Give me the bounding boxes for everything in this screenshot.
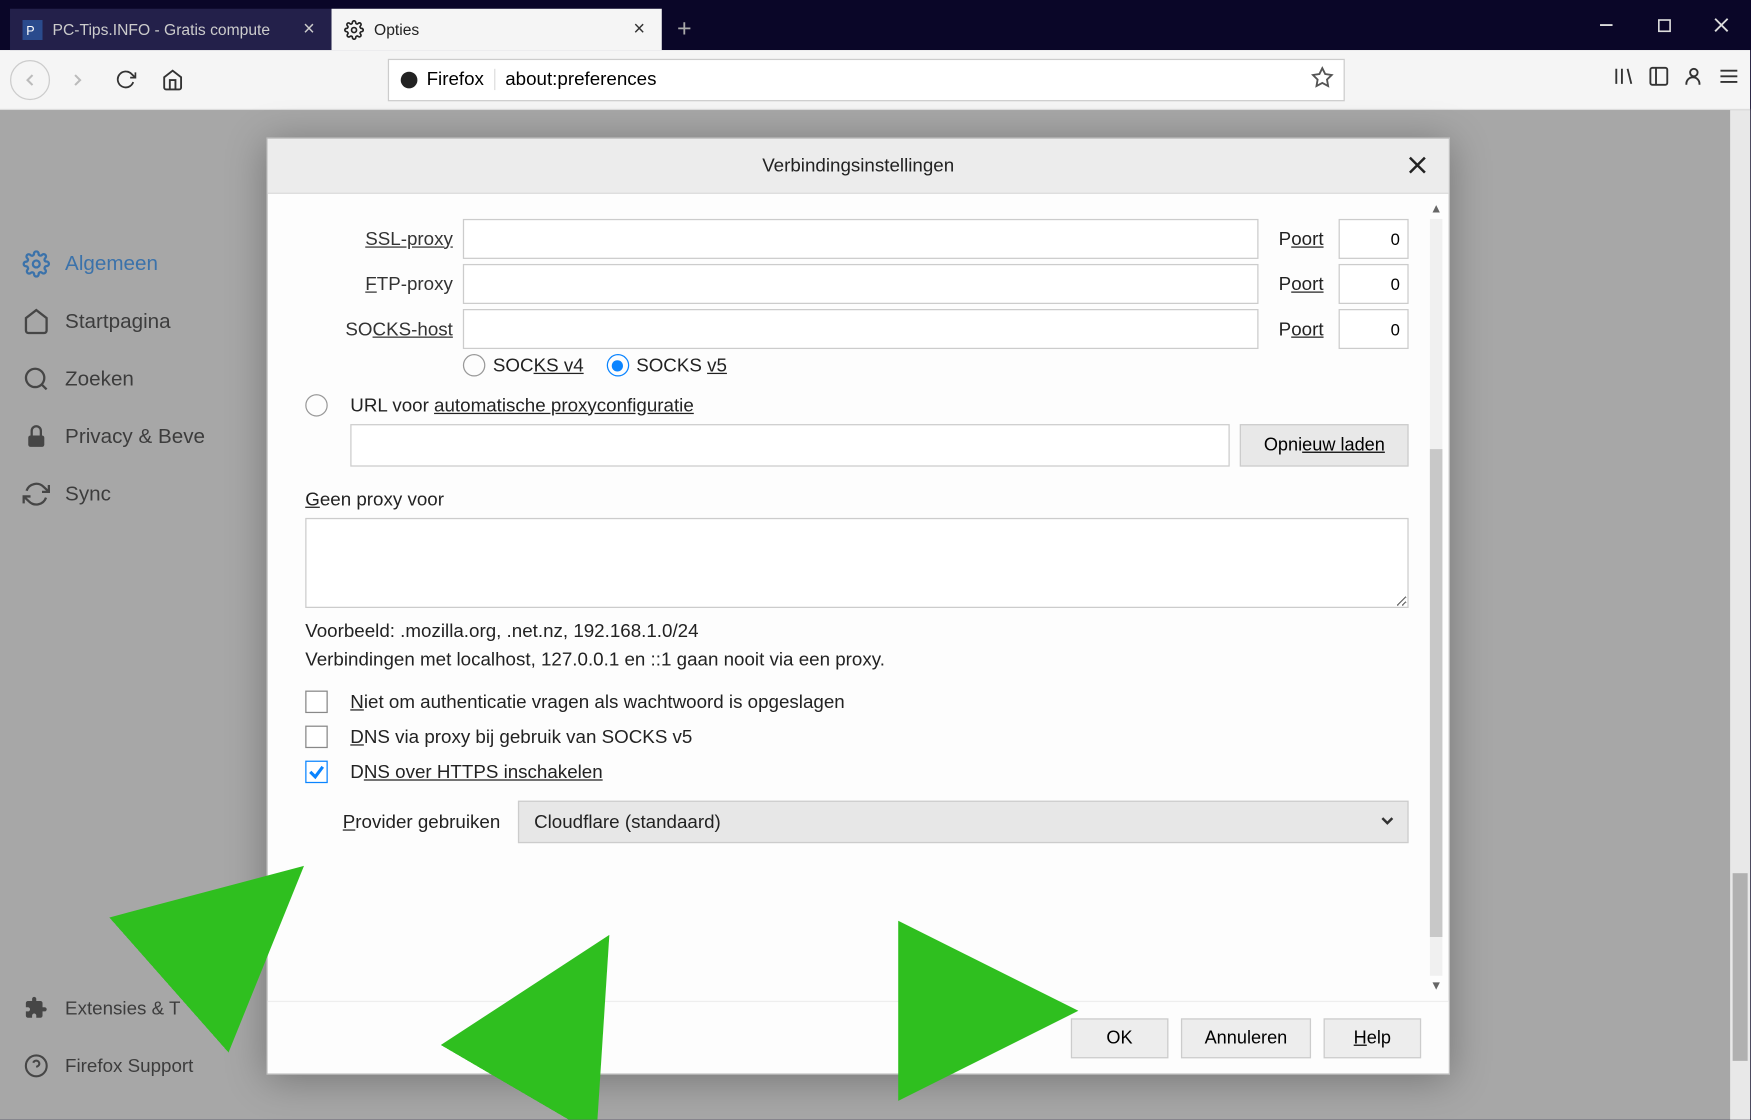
- firefox-icon: [399, 69, 419, 89]
- dns-https-checkbox[interactable]: [305, 761, 328, 784]
- no-proxy-label: Geen proxy voor: [305, 489, 1408, 510]
- ok-button[interactable]: OK: [1071, 1018, 1169, 1058]
- radio-icon: [463, 354, 486, 377]
- auto-url-input[interactable]: [350, 424, 1230, 467]
- close-tab-icon[interactable]: ×: [299, 19, 319, 39]
- socks-host-input[interactable]: [463, 309, 1259, 349]
- ssl-proxy-input[interactable]: [463, 219, 1259, 259]
- socks-port-input[interactable]: [1339, 309, 1409, 349]
- site-favicon: P: [23, 19, 43, 39]
- identity-box[interactable]: Firefox: [399, 69, 495, 90]
- auto-url-radio[interactable]: [305, 394, 328, 417]
- scroll-down-icon[interactable]: ▼: [1426, 976, 1446, 996]
- provider-label: Provider gebruiken: [343, 811, 501, 832]
- radio-icon: [606, 354, 629, 377]
- cancel-button[interactable]: Annuleren: [1181, 1018, 1311, 1058]
- example-text: Voorbeeld: .mozilla.org, .net.nz, 192.16…: [305, 620, 1408, 641]
- library-icon[interactable]: [1613, 65, 1636, 94]
- provider-value: Cloudflare (standaard): [534, 811, 721, 832]
- identity-label: Firefox: [427, 69, 484, 90]
- dialog-title: Verbindingsinstellingen: [762, 155, 954, 176]
- dns-https-label: DNS over HTTPS inschakelen: [350, 761, 602, 782]
- socks-v4-radio[interactable]: SOCKS v4: [463, 354, 584, 377]
- tab-options[interactable]: Opties ×: [332, 9, 662, 50]
- provider-select[interactable]: Cloudflare (standaard): [518, 801, 1409, 844]
- forward-button[interactable]: [58, 59, 98, 99]
- noauth-label: Niet om authenticatie vragen als wachtwo…: [350, 691, 844, 712]
- tab-label: PC-Tips.INFO - Gratis compute: [53, 21, 289, 39]
- menu-icon[interactable]: [1718, 65, 1741, 94]
- bookmark-star-icon[interactable]: [1311, 66, 1334, 94]
- minimize-button[interactable]: [1578, 0, 1636, 50]
- ftp-proxy-label: FTP-proxy: [305, 273, 453, 294]
- svg-text:P: P: [26, 23, 34, 37]
- dns-socks-label: DNS via proxy bij gebruik van SOCKS v5: [350, 726, 692, 747]
- gear-icon: [344, 19, 364, 39]
- window-controls: [1578, 0, 1751, 50]
- dialog-scrollbar[interactable]: ▲ ▼: [1426, 199, 1446, 996]
- tab-label: Opties: [374, 21, 619, 39]
- close-icon[interactable]: [1404, 151, 1432, 179]
- socks-v5-label: SOCKS v5: [636, 355, 727, 376]
- ftp-port-input[interactable]: [1339, 264, 1409, 304]
- help-button[interactable]: Help: [1324, 1018, 1422, 1058]
- socks-v4-label: SOCKS v4: [493, 355, 584, 376]
- port-label: Poort: [1269, 273, 1329, 294]
- url-bar[interactable]: Firefox: [388, 58, 1345, 101]
- maximize-button[interactable]: [1635, 0, 1693, 50]
- localhost-note: Verbindingen met localhost, 127.0.0.1 en…: [305, 649, 1408, 670]
- no-proxy-textarea[interactable]: [305, 518, 1408, 608]
- content-area: Algemeen Startpagina Zoeken Privacy & Be…: [0, 110, 1750, 1120]
- close-tab-icon[interactable]: ×: [629, 19, 649, 39]
- dns-socks-checkbox[interactable]: [305, 726, 328, 749]
- account-icon[interactable]: [1683, 65, 1706, 94]
- home-button[interactable]: [153, 59, 193, 99]
- auto-url-label: URL voor automatische proxyconfiguratie: [350, 395, 694, 416]
- scroll-up-icon[interactable]: ▲: [1426, 199, 1446, 219]
- page-scrollbar[interactable]: [1730, 110, 1750, 1120]
- dialog-header: Verbindingsinstellingen: [268, 139, 1449, 194]
- socks-v5-radio[interactable]: SOCKS v5: [606, 354, 727, 377]
- port-label: Poort: [1269, 318, 1329, 339]
- reload-button[interactable]: [105, 59, 145, 99]
- ssl-port-input[interactable]: [1339, 219, 1409, 259]
- ftp-proxy-input[interactable]: [463, 264, 1259, 304]
- tab-pctips[interactable]: P PC-Tips.INFO - Gratis compute ×: [10, 9, 332, 50]
- ssl-proxy-label: SSL-proxy: [305, 228, 453, 249]
- reload-button[interactable]: Opnieuw laden: [1240, 424, 1409, 467]
- titlebar: P PC-Tips.INFO - Gratis compute × Opties…: [0, 0, 1750, 50]
- nav-toolbar: Firefox: [0, 50, 1750, 110]
- scrollbar-thumb[interactable]: [1430, 449, 1443, 937]
- connection-settings-dialog: Verbindingsinstellingen SSL-proxy Poort …: [266, 138, 1449, 1075]
- url-input[interactable]: [505, 69, 1301, 90]
- back-button[interactable]: [10, 59, 50, 99]
- scrollbar-thumb[interactable]: [1733, 873, 1748, 1061]
- close-window-button[interactable]: [1693, 0, 1751, 50]
- sidebar-toggle-icon[interactable]: [1648, 65, 1671, 94]
- socks-host-label: SOCKS-host: [305, 318, 453, 339]
- port-label: Poort: [1269, 228, 1329, 249]
- dialog-footer: OK Annuleren Help: [268, 1001, 1449, 1074]
- new-tab-button[interactable]: +: [662, 9, 707, 50]
- chevron-down-icon: [1380, 811, 1395, 832]
- noauth-checkbox[interactable]: [305, 691, 328, 714]
